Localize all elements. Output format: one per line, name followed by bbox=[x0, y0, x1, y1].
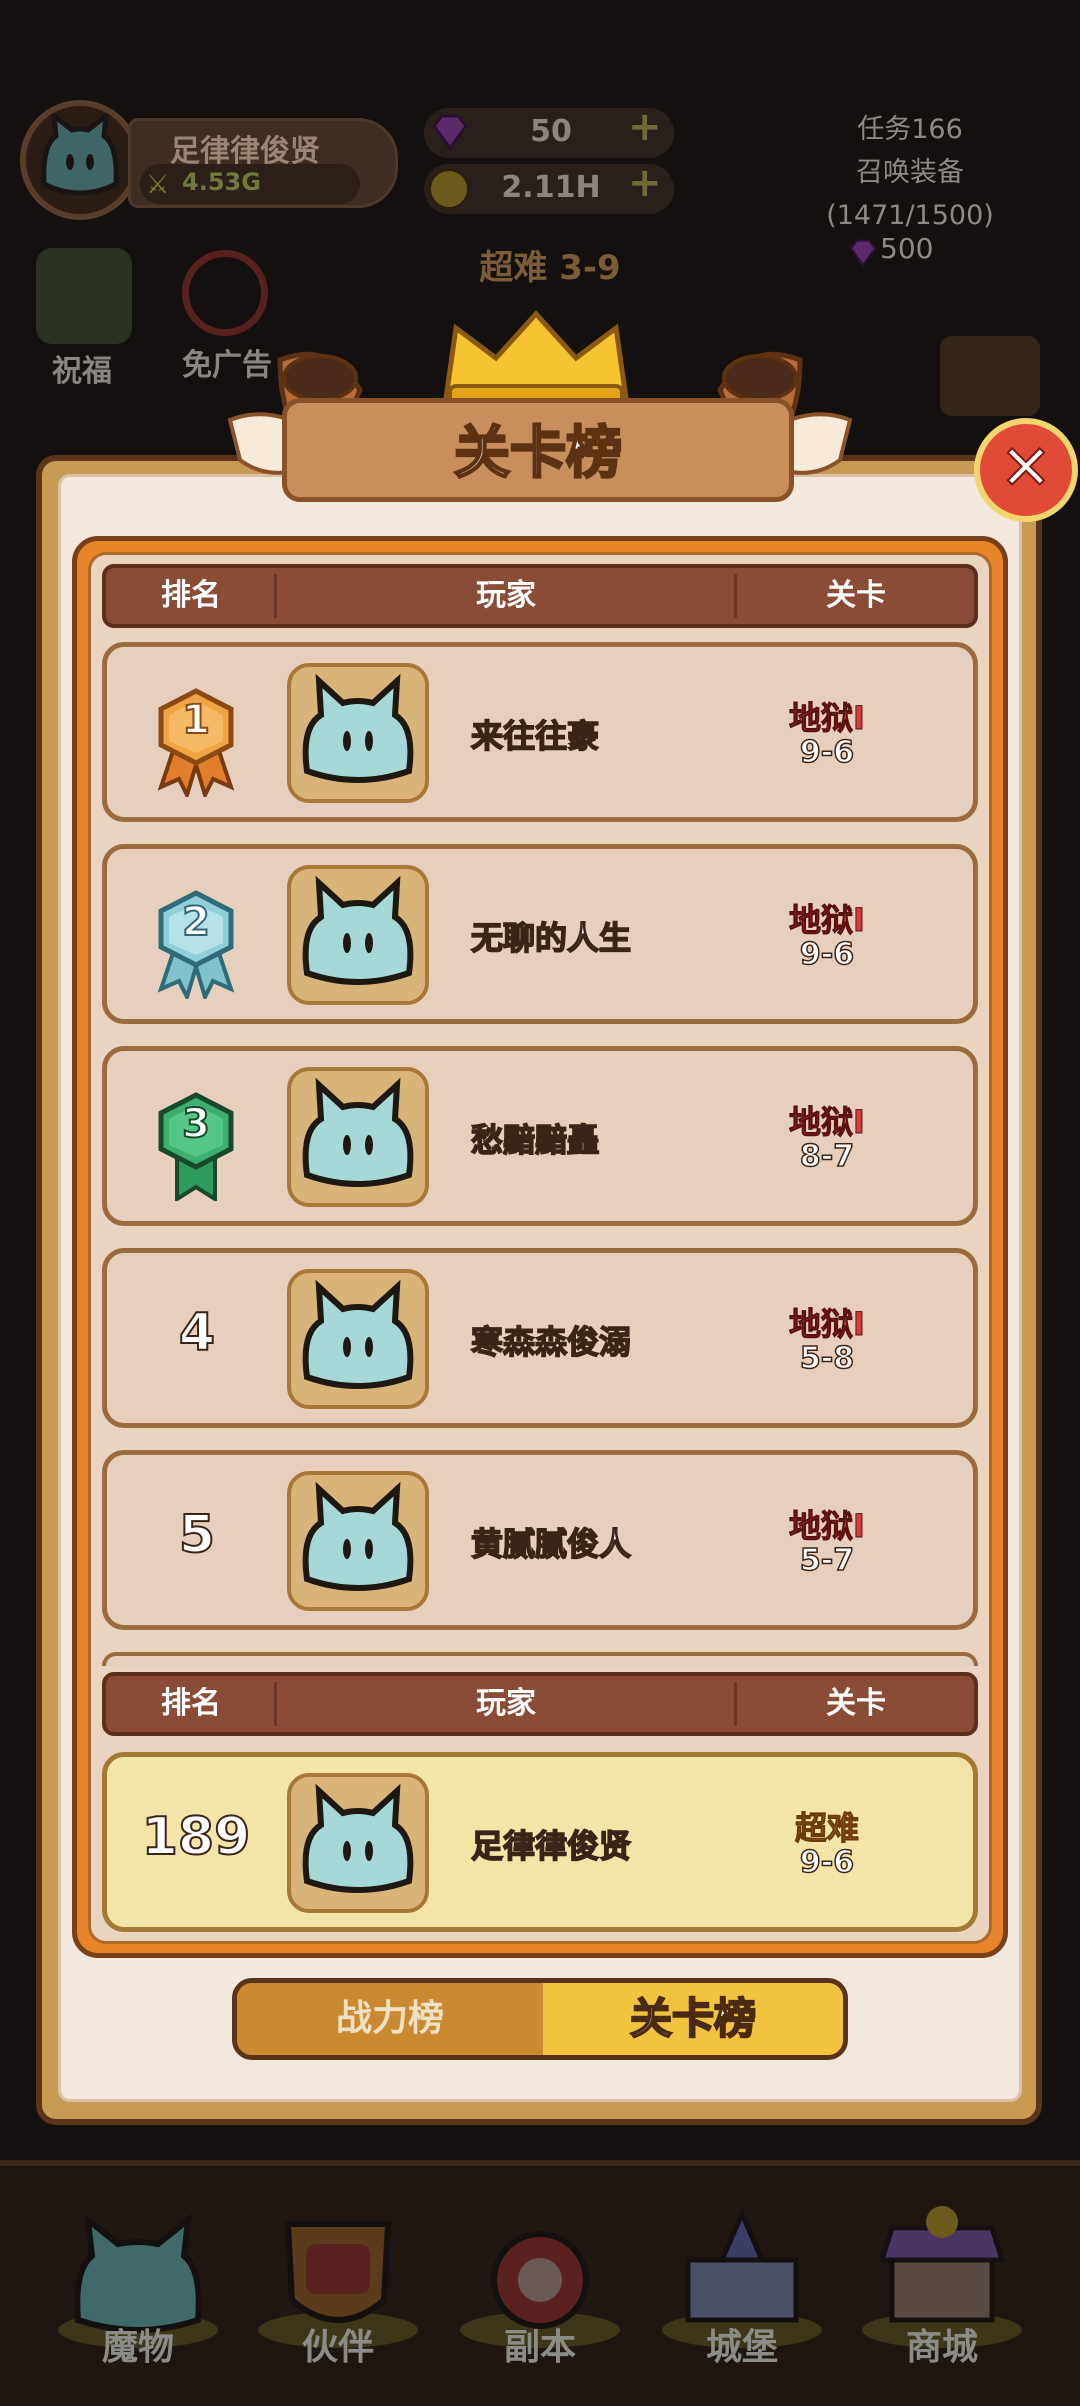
rank-number: 2 bbox=[181, 898, 211, 946]
table-row[interactable]: 4 寒森森俊溺 地狱I 5-8 bbox=[102, 1248, 978, 1428]
nav-partner[interactable]: 伙伴 bbox=[248, 2200, 428, 2380]
stage-level: 9-6 bbox=[799, 936, 855, 973]
stage-level: 8-7 bbox=[799, 1138, 855, 1175]
column-header-rank: 排名 bbox=[161, 578, 221, 613]
crown-icon bbox=[436, 308, 636, 408]
task-reward: 500 bbox=[880, 232, 934, 265]
nav-dungeon-label: 副本 bbox=[503, 2327, 576, 2368]
table-row[interactable]: 5 黄腻腻俊人 地狱I 5-7 bbox=[102, 1450, 978, 1630]
player-name: 来往往豪 bbox=[470, 716, 600, 756]
my-rank-number: 189 bbox=[141, 1806, 252, 1868]
column-header-stage: 关卡 bbox=[826, 1686, 886, 1721]
stage-level: 5-7 bbox=[799, 1542, 855, 1579]
nav-shop[interactable]: 商城 bbox=[852, 2200, 1032, 2380]
power-value: 4.53G bbox=[182, 168, 261, 196]
cat-avatar-icon bbox=[41, 110, 119, 196]
gem-icon bbox=[428, 110, 472, 154]
nav-partner-label: 伙伴 bbox=[301, 2327, 374, 2368]
stage-difficulty: 地狱I bbox=[789, 1507, 866, 1546]
nav-castle[interactable]: 城堡 bbox=[652, 2200, 832, 2380]
player-name: 黄腻腻俊人 bbox=[470, 1524, 632, 1564]
table-header: 排名 玩家 关卡 bbox=[102, 564, 978, 628]
stage-difficulty: 地狱I bbox=[789, 699, 866, 738]
my-rank-header: 排名 玩家 关卡 bbox=[102, 1672, 978, 1736]
task-progress: (1471/1500) bbox=[826, 200, 994, 231]
modal-title: 关卡榜 bbox=[453, 420, 624, 488]
cat-avatar-icon bbox=[302, 1783, 414, 1893]
sword-icon: ⚔ bbox=[146, 170, 170, 200]
cat-avatar-icon bbox=[302, 673, 414, 783]
gold-coin-icon bbox=[428, 168, 470, 210]
stage-difficulty: 地狱I bbox=[789, 1305, 866, 1344]
my-stage-level: 9-6 bbox=[799, 1844, 855, 1881]
stage-difficulty: 地狱I bbox=[789, 1103, 866, 1142]
cat-avatar-icon bbox=[302, 1279, 414, 1389]
rank-number: 4 bbox=[178, 1302, 216, 1364]
gold-value: 2.11H bbox=[501, 170, 601, 205]
table-row[interactable]: 1 来往往豪 地狱I 9-6 bbox=[102, 642, 978, 822]
rank-number: 5 bbox=[178, 1504, 216, 1566]
player-name: 寒森森俊溺 bbox=[470, 1322, 632, 1362]
task-name: 召唤装备 bbox=[856, 157, 964, 188]
player-avatar[interactable] bbox=[20, 100, 140, 220]
task-panel[interactable]: 任务166 召唤装备 (1471/1500) bbox=[820, 108, 1000, 237]
stage-difficulty: 地狱I bbox=[789, 901, 866, 940]
nav-monster-label: 魔物 bbox=[101, 2327, 174, 2368]
table-row[interactable]: 2 无聊的人生 地狱I 9-6 bbox=[102, 844, 978, 1024]
tab-power-ranking[interactable]: 战力榜 bbox=[237, 1983, 543, 2055]
table-row-partial bbox=[102, 1652, 978, 1666]
my-avatar bbox=[287, 1773, 429, 1913]
nav-dungeon[interactable]: 副本 bbox=[450, 2200, 630, 2380]
my-rank-row: 189 足律律俊贤 超难 9-6 bbox=[102, 1752, 978, 1932]
stage-difficulty-title: 超难 3-9 bbox=[479, 248, 621, 288]
column-header-player: 玩家 bbox=[476, 1686, 536, 1721]
cat-avatar-icon bbox=[302, 1481, 414, 1591]
add-gold-button[interactable]: + bbox=[628, 160, 662, 206]
table-row[interactable]: 3 愁黯黯矗 地狱I 8-7 bbox=[102, 1046, 978, 1226]
add-gem-button[interactable]: + bbox=[628, 104, 662, 150]
task-gem-icon bbox=[846, 236, 880, 270]
bless-icon bbox=[36, 248, 132, 344]
stage-level: 9-6 bbox=[799, 734, 855, 771]
player-avatar bbox=[287, 1067, 429, 1207]
player-avatar bbox=[287, 1269, 429, 1409]
tab-stage-ranking[interactable]: 关卡榜 bbox=[543, 1983, 843, 2055]
stage-level: 5-8 bbox=[799, 1340, 855, 1377]
nav-castle-label: 城堡 bbox=[705, 2327, 778, 2368]
task-title: 任务166 bbox=[857, 114, 963, 145]
rank-number: 3 bbox=[181, 1100, 211, 1148]
column-header-player: 玩家 bbox=[476, 578, 536, 613]
cat-avatar-icon bbox=[302, 1077, 414, 1187]
my-stage-difficulty: 超难 bbox=[794, 1809, 859, 1848]
column-header-stage: 关卡 bbox=[826, 578, 886, 613]
bless-button[interactable]: 祝福 bbox=[52, 346, 112, 390]
player-name: 无聊的人生 bbox=[470, 918, 632, 958]
player-avatar bbox=[287, 1471, 429, 1611]
cat-avatar-icon bbox=[302, 875, 414, 985]
player-avatar bbox=[287, 865, 429, 1005]
treasure-chest-icon[interactable] bbox=[940, 336, 1040, 416]
player-name: 愁黯黯矗 bbox=[470, 1120, 600, 1160]
gem-value: 50 bbox=[530, 114, 572, 149]
my-player-name: 足律律俊贤 bbox=[470, 1826, 632, 1866]
column-header-rank: 排名 bbox=[161, 1686, 221, 1721]
close-button[interactable]: ✕ bbox=[974, 418, 1078, 522]
nav-monster[interactable]: 魔物 bbox=[48, 2200, 228, 2380]
no-ads-icon bbox=[182, 250, 268, 336]
leaderboard-toggle: 战力榜 关卡榜 bbox=[232, 1978, 848, 2060]
rank-number: 1 bbox=[181, 696, 211, 744]
player-avatar bbox=[287, 663, 429, 803]
nav-shop-label: 商城 bbox=[905, 2327, 978, 2368]
